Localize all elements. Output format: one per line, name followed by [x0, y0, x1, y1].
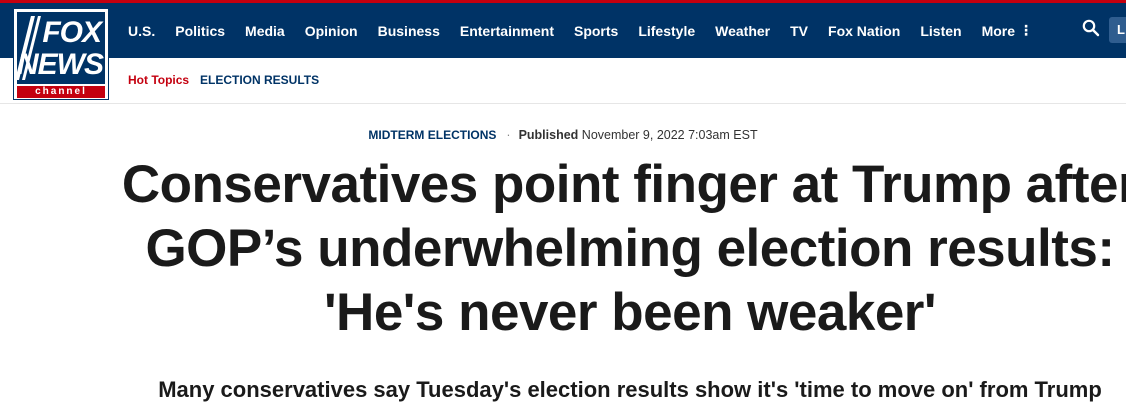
search-icon [1082, 19, 1100, 37]
meta-separator-dot: · [506, 128, 511, 142]
nav-item-fox-nation[interactable]: Fox Nation [828, 23, 900, 39]
login-button[interactable]: L [1109, 17, 1126, 43]
logo-text-news: NEWS [17, 48, 104, 81]
nav-item-politics[interactable]: Politics [175, 23, 225, 39]
nav-item-sports[interactable]: Sports [574, 23, 618, 39]
nav-item-us[interactable]: U.S. [128, 23, 155, 39]
nav-item-more-label: More [981, 22, 1016, 39]
nav-item-entertainment[interactable]: Entertainment [460, 23, 554, 39]
election-results-link[interactable]: ELECTION RESULTS [200, 73, 319, 87]
logo-text-channel: channel [17, 86, 105, 98]
logo-mark: FOX NEWS [17, 12, 105, 84]
page: FOX NEWS channel U.S. Politics Media Opi… [0, 0, 1126, 418]
nav-item-business[interactable]: Business [378, 23, 440, 39]
published-label: Published [518, 128, 579, 142]
article-category-link[interactable]: MIDTERM ELECTIONS [368, 128, 496, 142]
hot-topics-label: Hot Topics [128, 73, 190, 87]
nav-item-lifestyle[interactable]: Lifestyle [638, 23, 695, 39]
published-date: November 9, 2022 7:03am EST [581, 128, 758, 142]
primary-nav: U.S. Politics Media Opinion Business Ent… [128, 3, 1053, 58]
nav-item-listen[interactable]: Listen [920, 23, 961, 39]
nav-item-weather[interactable]: Weather [715, 23, 770, 39]
article-headline: Conservatives point finger at Trump afte… [121, 155, 1126, 342]
fox-news-logo[interactable]: FOX NEWS channel [13, 8, 109, 100]
nav-item-more[interactable]: More ⋮ [982, 22, 1033, 39]
search-button[interactable] [1082, 19, 1100, 37]
article-subheadline: Many conservatives say Tuesday's electio… [158, 377, 1102, 402]
logo-text-fox: FOX [42, 16, 102, 49]
nav-item-media[interactable]: Media [245, 23, 285, 39]
vertical-dots-icon: ⋮ [1019, 22, 1034, 38]
article-meta: MIDTERM ELECTIONS · Published November 9, … [0, 128, 1126, 142]
nav-item-opinion[interactable]: Opinion [305, 23, 358, 39]
nav-item-tv[interactable]: TV [790, 23, 808, 39]
